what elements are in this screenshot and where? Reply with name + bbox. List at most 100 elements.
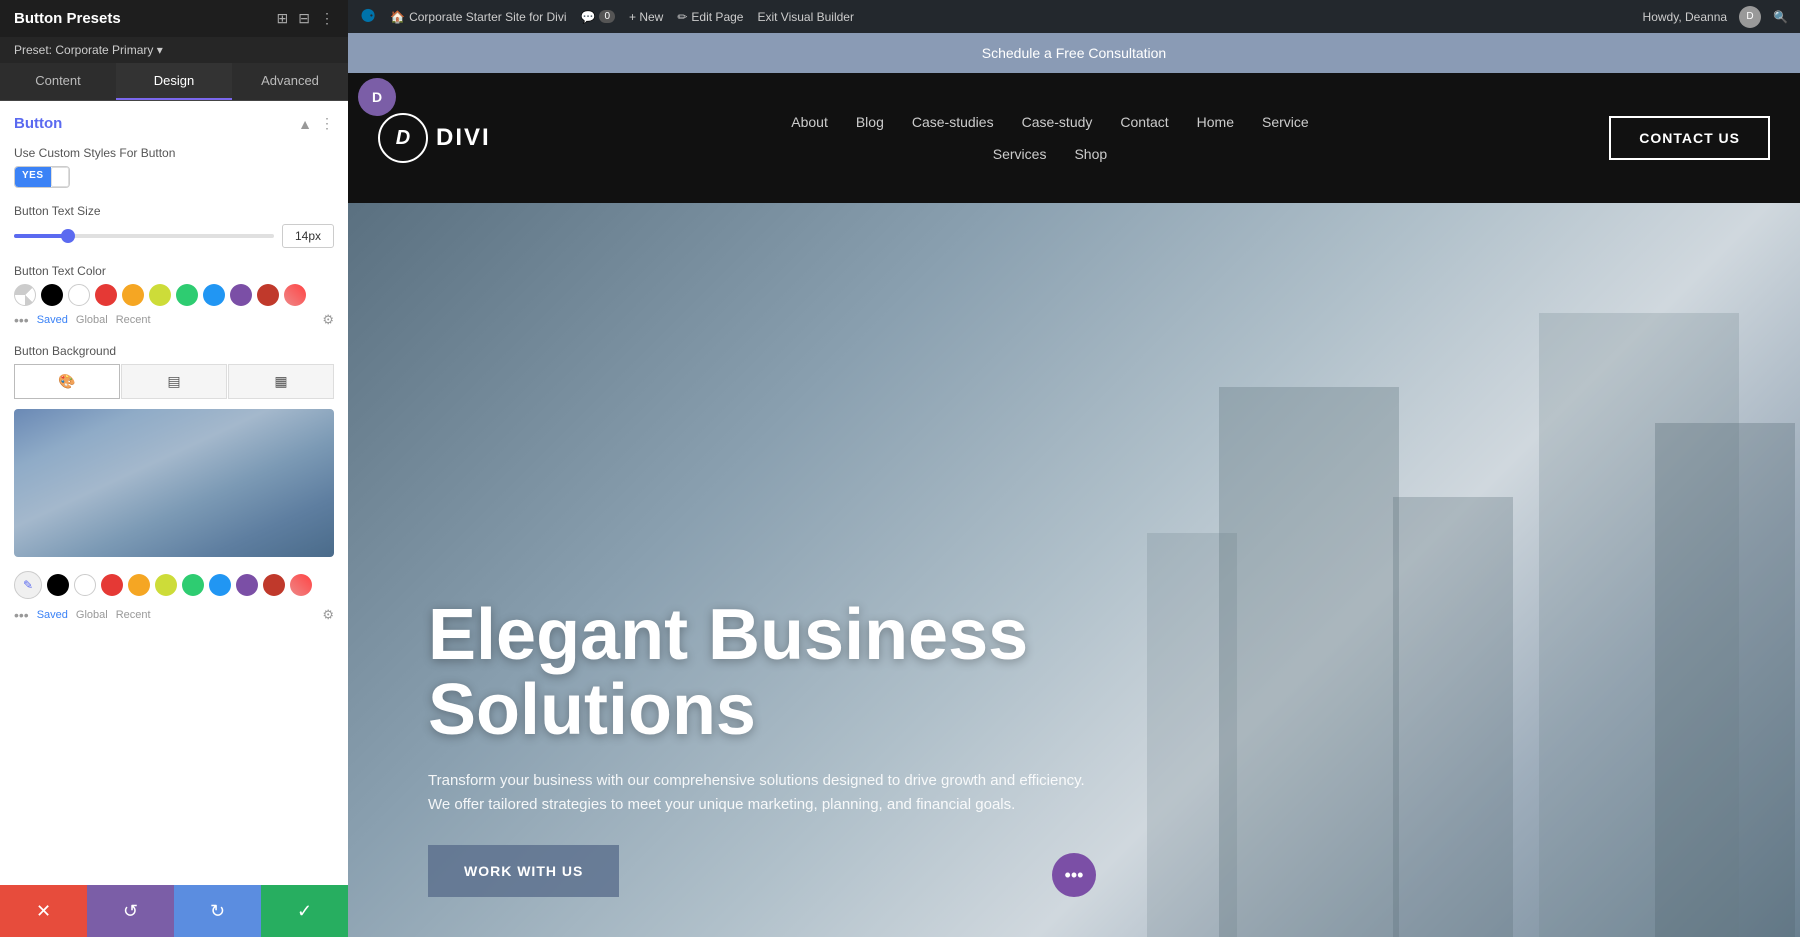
panel-bottom: ✕ ↺ ↻ ✓: [0, 885, 348, 937]
hero-title: Elegant Business Solutions: [428, 598, 1128, 749]
nav-services[interactable]: Services: [993, 146, 1047, 162]
bg-btn-image[interactable]: ▦: [228, 364, 334, 399]
hero-cta-button[interactable]: WORK WITH US: [428, 845, 619, 897]
slider-row: 14px: [14, 224, 334, 248]
user-avatar[interactable]: D: [1739, 6, 1761, 28]
slider-value[interactable]: 14px: [282, 224, 334, 248]
swatch-transparent[interactable]: [14, 284, 36, 306]
floating-dots-button[interactable]: •••: [1052, 853, 1096, 897]
section-menu-icon[interactable]: ⋮: [320, 115, 334, 132]
global-tag[interactable]: Global: [76, 314, 108, 326]
use-custom-styles-label: Use Custom Styles For Button: [14, 146, 334, 160]
tab-advanced[interactable]: Advanced: [232, 63, 348, 100]
contact-us-button[interactable]: CONTACT US: [1609, 116, 1770, 160]
swatch-black[interactable]: [41, 284, 63, 306]
hero-subtitle: Transform your business with our compreh…: [428, 769, 1108, 817]
comment-icon: 💬: [580, 10, 595, 24]
tab-design[interactable]: Design: [116, 63, 232, 100]
cancel-button[interactable]: ✕: [0, 885, 87, 937]
color-fill-icon: 🎨: [58, 373, 75, 390]
toggle-container[interactable]: YES: [14, 166, 70, 188]
section-header: Button ▲ ⋮: [14, 115, 334, 132]
schedule-text: Schedule a Free Consultation: [982, 45, 1166, 61]
website: Schedule a Free Consultation D DIVI Abou…: [348, 33, 1800, 937]
swatch-gear-icon[interactable]: ⚙: [322, 312, 334, 328]
wp-site-name[interactable]: 🏠 Corporate Starter Site for Divi: [390, 10, 566, 24]
color-picker-area[interactable]: [14, 409, 334, 557]
bg-btn-color[interactable]: 🎨: [14, 364, 120, 399]
wp-logo-icon[interactable]: ⚈: [360, 6, 376, 27]
panel-icon-grid[interactable]: ⊞: [277, 10, 289, 27]
wp-exit-builder[interactable]: Exit Visual Builder: [757, 10, 854, 24]
wp-admin-bar: ⚈ 🏠 Corporate Starter Site for Divi 💬 0 …: [348, 0, 1800, 33]
bg-swatch-gear-icon[interactable]: ⚙: [322, 607, 334, 623]
toggle-yes-label: YES: [15, 167, 51, 187]
bg-swatch-blue[interactable]: [209, 574, 231, 596]
panel-title: Button Presets: [14, 10, 121, 27]
swatch-magenta[interactable]: [257, 284, 279, 306]
swatch-red[interactable]: [95, 284, 117, 306]
undo-button[interactable]: ↺: [87, 885, 174, 937]
swatch-purple[interactable]: [230, 284, 252, 306]
recent-tag[interactable]: Recent: [116, 314, 151, 326]
gradient-icon: ▤: [167, 373, 180, 390]
bg-swatch-magenta[interactable]: [263, 574, 285, 596]
save-button[interactable]: ✓: [261, 885, 348, 937]
slider-thumb[interactable]: [61, 229, 75, 243]
wp-edit-page[interactable]: ✏ Edit Page: [677, 10, 743, 24]
nav-home[interactable]: Home: [1197, 114, 1234, 130]
use-custom-styles-field: Use Custom Styles For Button YES: [14, 146, 334, 188]
bg-btn-gradient[interactable]: ▤: [121, 364, 227, 399]
bg-swatch-orange[interactable]: [128, 574, 150, 596]
bg-swatch-pen[interactable]: [290, 574, 312, 596]
wp-admin-left: ⚈ 🏠 Corporate Starter Site for Divi 💬 0 …: [360, 6, 854, 27]
toggle-thumb: [51, 167, 69, 187]
bg-swatch-yellow[interactable]: [155, 574, 177, 596]
search-icon[interactable]: 🔍: [1773, 10, 1788, 24]
bg-recent-tag[interactable]: Recent: [116, 609, 151, 621]
bg-saved-tag[interactable]: Saved: [37, 609, 68, 621]
nav-case-study[interactable]: Case-study: [1022, 114, 1093, 130]
nav-contact[interactable]: Contact: [1120, 114, 1168, 130]
swatch-blue[interactable]: [203, 284, 225, 306]
slider-track[interactable]: [14, 234, 274, 238]
preset-bar[interactable]: Preset: Corporate Primary ▾: [0, 37, 348, 63]
swatch-white[interactable]: [68, 284, 90, 306]
bg-swatch-green[interactable]: [182, 574, 204, 596]
panel-icon-dots[interactable]: ⋮: [320, 10, 334, 27]
bg-swatch-purple[interactable]: [236, 574, 258, 596]
collapse-icon[interactable]: ▲: [298, 116, 312, 132]
panel-tabs: Content Design Advanced: [0, 63, 348, 101]
bottom-color-swatches: ✎: [14, 571, 334, 599]
pen-icon[interactable]: ✎: [14, 571, 42, 599]
swatch-green[interactable]: [176, 284, 198, 306]
button-text-color-label: Button Text Color: [14, 264, 334, 278]
nav-shop[interactable]: Shop: [1074, 146, 1107, 162]
tab-content[interactable]: Content: [0, 63, 116, 100]
wp-comments[interactable]: 💬 0: [580, 10, 615, 24]
bg-swatch-white[interactable]: [74, 574, 96, 596]
slider-fill: [14, 234, 66, 238]
nav-case-studies[interactable]: Case-studies: [912, 114, 994, 130]
bg-swatch-black[interactable]: [47, 574, 69, 596]
dots-icon: •••: [1065, 865, 1084, 886]
swatch-pen[interactable]: [284, 284, 306, 306]
panel-content: Button ▲ ⋮ Use Custom Styles For Button …: [0, 101, 348, 885]
pencil-icon: ✏: [677, 10, 687, 24]
site-icon: 🏠: [390, 10, 405, 24]
hero-section: Elegant Business Solutions Transform you…: [348, 203, 1800, 937]
nav-blog[interactable]: Blog: [856, 114, 884, 130]
wp-admin-right: Howdy, Deanna D 🔍: [1643, 6, 1788, 28]
nav-service[interactable]: Service: [1262, 114, 1309, 130]
wp-new[interactable]: + New: [629, 10, 663, 24]
bg-global-tag[interactable]: Global: [76, 609, 108, 621]
swatch-yellow[interactable]: [149, 284, 171, 306]
redo-button[interactable]: ↻: [174, 885, 261, 937]
swatch-orange[interactable]: [122, 284, 144, 306]
divi-float-icon[interactable]: D: [358, 78, 396, 116]
bg-swatch-red[interactable]: [101, 574, 123, 596]
section-header-icons: ▲ ⋮: [298, 115, 334, 132]
nav-about[interactable]: About: [791, 114, 828, 130]
saved-tag[interactable]: Saved: [37, 314, 68, 326]
panel-icon-columns[interactable]: ⊟: [298, 10, 310, 27]
